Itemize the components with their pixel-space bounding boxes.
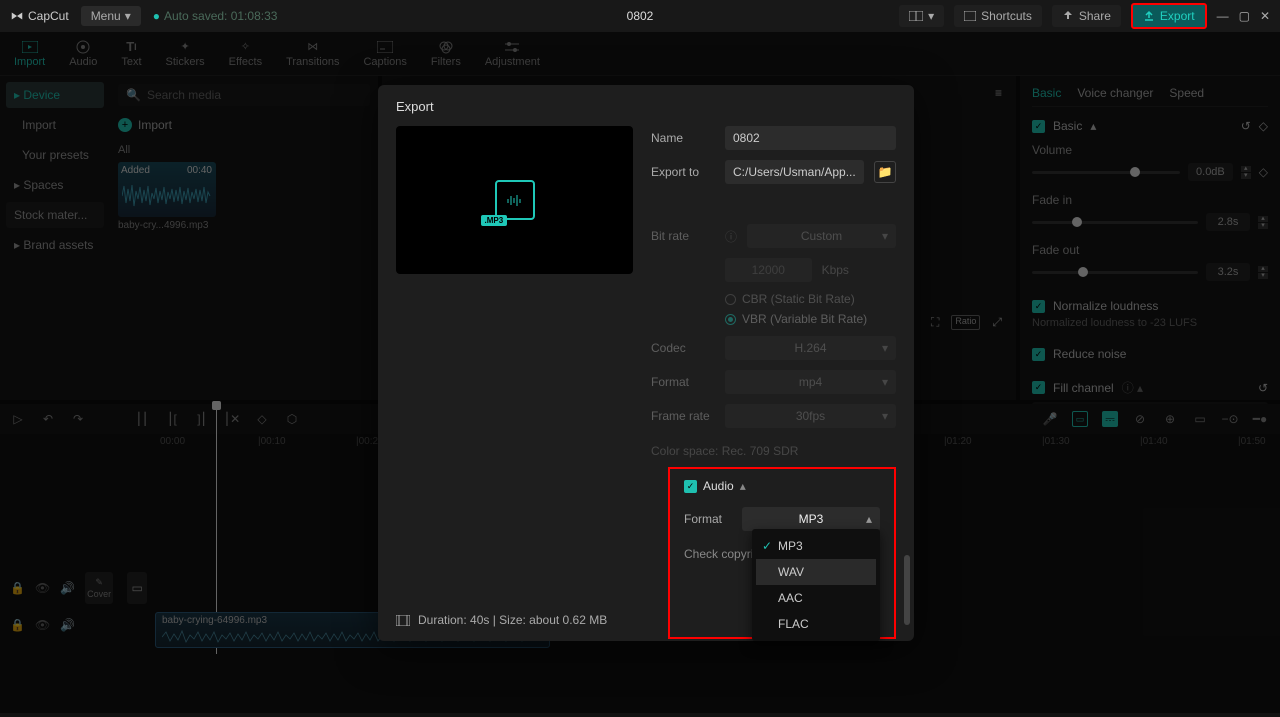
tab-basic[interactable]: Basic — [1032, 86, 1061, 100]
film-icon — [396, 615, 410, 626]
vol-up[interactable]: ▴ — [1241, 166, 1251, 172]
bitrate-label: Bit rate — [651, 229, 715, 243]
fadeout-slider[interactable] — [1032, 271, 1198, 274]
normalize-check[interactable]: ✓ — [1032, 300, 1045, 313]
codec-select[interactable]: H.264▾ — [725, 336, 896, 360]
exportto-label: Export to — [651, 165, 715, 179]
tab-speed[interactable]: Speed — [1169, 86, 1204, 100]
fill-check[interactable]: ✓ — [1032, 381, 1045, 394]
codec-label: Codec — [651, 341, 715, 355]
opt-aac[interactable]: AAC — [756, 585, 876, 611]
share-button[interactable]: Share — [1052, 5, 1121, 27]
fadein-slider[interactable] — [1032, 221, 1198, 224]
vol-keyframe-icon[interactable]: ◇ — [1259, 165, 1268, 179]
fps-label: Frame rate — [651, 409, 715, 423]
audio-export-section: ✓ Audio ▴ Format MP3▴ Check copyrig ✓MP3… — [668, 467, 896, 639]
fadein-label: Fade in — [1032, 193, 1268, 207]
mic-icon[interactable]: 🎤 — [1042, 411, 1058, 427]
minimize-icon[interactable]: — — [1217, 9, 1229, 23]
magnet-icon[interactable]: ⎓ — [1102, 411, 1118, 427]
vformat-label: Format — [651, 375, 715, 389]
vformat-select[interactable]: mp4▾ — [725, 370, 896, 394]
name-label: Name — [651, 131, 715, 145]
export-button[interactable]: Export — [1131, 3, 1207, 29]
vol-down[interactable]: ▾ — [1241, 173, 1251, 179]
name-input[interactable] — [725, 126, 896, 150]
aformat-label: Format — [684, 512, 732, 526]
zoom-out-icon[interactable]: −⊙ — [1222, 411, 1238, 427]
volume-value[interactable]: 0.0dB — [1188, 163, 1233, 181]
inspector-panel: Basic Voice changer Speed ✓ Basic▴ ↺ ◇ V… — [1020, 76, 1280, 400]
fadeout-label: Fade out — [1032, 243, 1268, 257]
audio-check[interactable]: ✓ — [684, 480, 697, 493]
fadeout-value[interactable]: 3.2s — [1206, 263, 1250, 281]
preview-icon[interactable]: ▭ — [1192, 411, 1208, 427]
basic-check[interactable]: ✓ — [1032, 120, 1045, 133]
volume-slider[interactable] — [1032, 171, 1180, 174]
layout-button[interactable]: ▾ — [899, 5, 944, 27]
format-dropdown: ✓MP3 WAV AAC FLAC — [752, 529, 880, 641]
normalize-sub: Normalized loudness to -23 LUFS — [1032, 317, 1268, 329]
opt-flac[interactable]: FLAC — [756, 611, 876, 637]
bitrate-select[interactable]: Custom▾ — [747, 224, 896, 248]
maximize-icon[interactable]: ▢ — [1239, 9, 1250, 23]
app-logo: CapCut — [10, 9, 69, 23]
opt-wav[interactable]: WAV — [756, 559, 876, 585]
zoom-slider[interactable]: ━● — [1252, 411, 1268, 427]
topbar: CapCut Menu▾ ●Auto saved: 01:08:33 0802 … — [0, 0, 1280, 32]
volume-label: Volume — [1032, 143, 1268, 157]
mp3-file-icon — [495, 180, 535, 220]
export-footer: Duration: 40s | Size: about 0.62 MB — [396, 613, 607, 627]
export-modal: Export .MP3 Name Export to C:/Users/Usma… — [378, 85, 914, 641]
exportto-path: C:/Users/Usman/App... — [725, 160, 864, 184]
modal-scrollbar[interactable] — [904, 555, 910, 625]
reduce-check[interactable]: ✓ — [1032, 348, 1045, 361]
close-icon[interactable]: ✕ — [1260, 9, 1270, 23]
keyframe-icon[interactable]: ◇ — [1259, 119, 1268, 133]
fps-select[interactable]: 30fps▾ — [725, 404, 896, 428]
kbps-input[interactable]: 12000 — [725, 258, 812, 282]
folder-icon[interactable]: 📁 — [874, 161, 896, 183]
autosave-status: ●Auto saved: 01:08:33 — [153, 9, 278, 23]
fadein-value[interactable]: 2.8s — [1206, 213, 1250, 231]
fill-reset-icon[interactable]: ↺ — [1258, 381, 1268, 395]
export-title: Export — [396, 99, 896, 114]
aformat-select[interactable]: MP3▴ — [742, 507, 880, 531]
menu-button[interactable]: Menu▾ — [81, 6, 141, 26]
link-icon[interactable]: ⊘ — [1132, 411, 1148, 427]
tab-voice[interactable]: Voice changer — [1077, 86, 1153, 100]
vbr-radio[interactable]: VBR (Variable Bit Rate) — [725, 312, 867, 326]
opt-mp3[interactable]: ✓MP3 — [756, 533, 876, 559]
auto-button[interactable]: ▭ — [1072, 411, 1088, 427]
project-title: 0802 — [627, 9, 654, 23]
snap-icon[interactable]: ⊕ — [1162, 411, 1178, 427]
shortcuts-button[interactable]: Shortcuts — [954, 5, 1042, 27]
cbr-radio[interactable]: CBR (Static Bit Rate) — [725, 292, 855, 306]
reset-icon[interactable]: ↺ — [1241, 119, 1251, 133]
export-preview: .MP3 — [396, 126, 633, 274]
colorspace-text: Color space: Rec. 709 SDR — [651, 444, 896, 458]
